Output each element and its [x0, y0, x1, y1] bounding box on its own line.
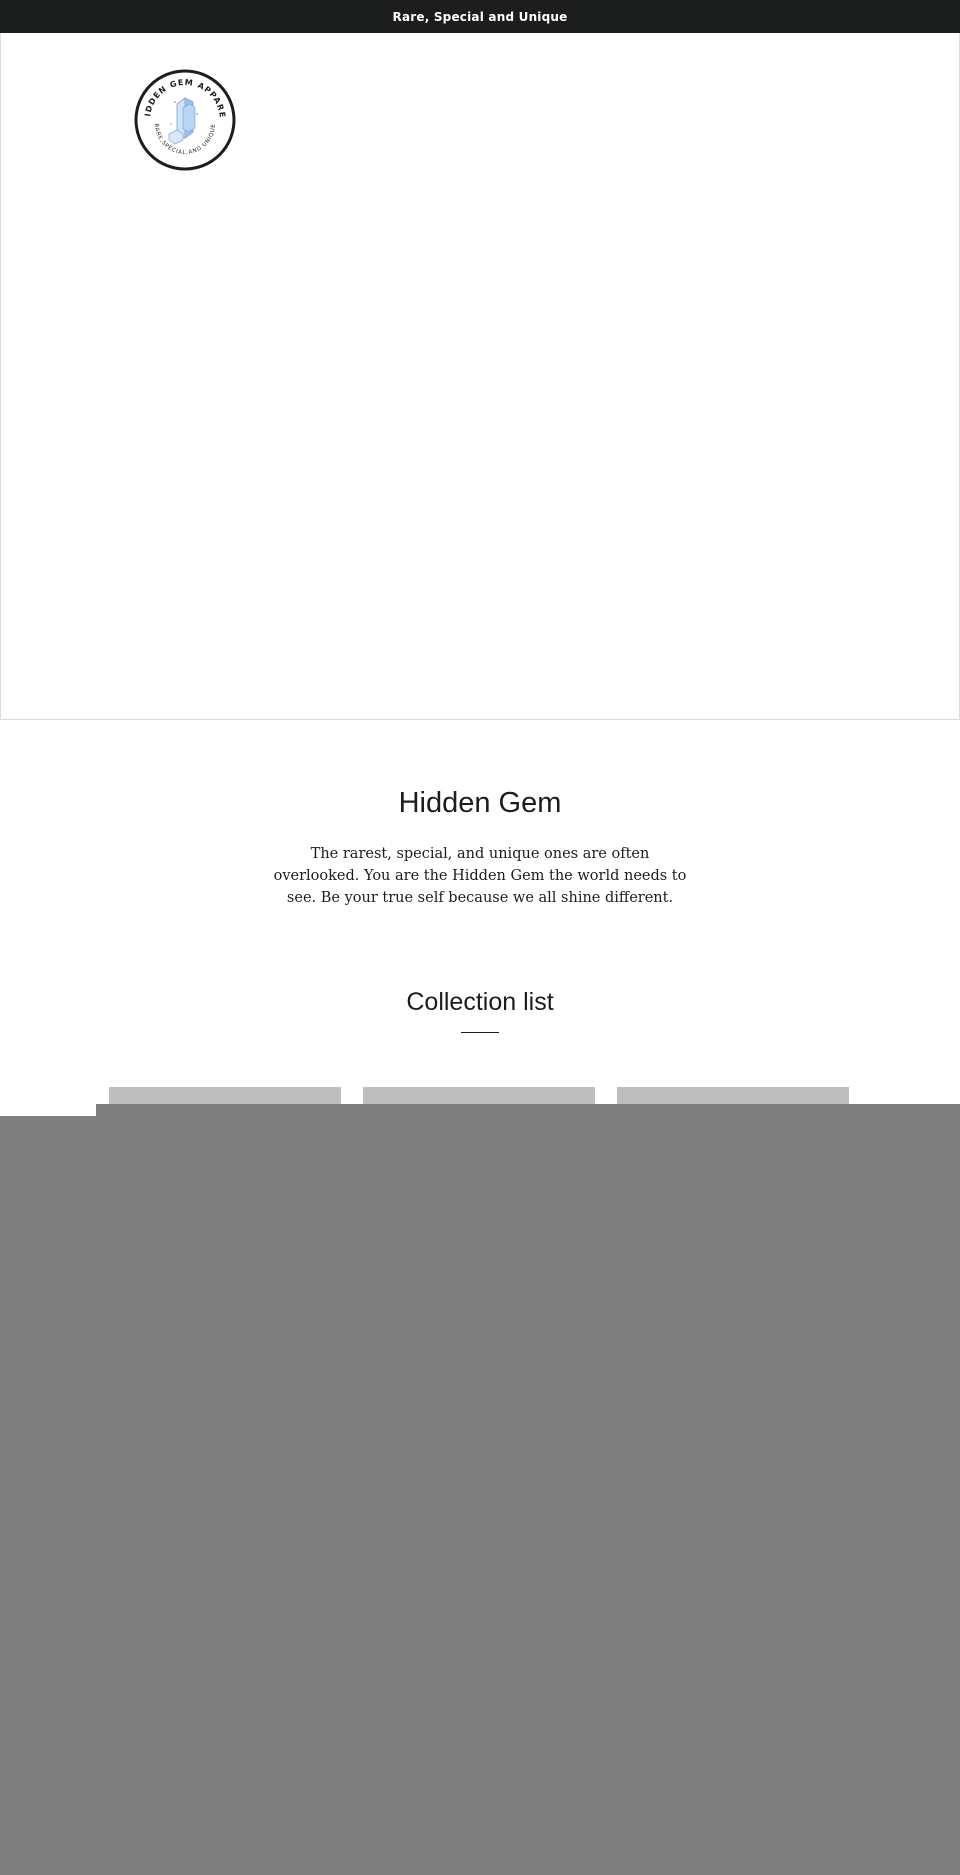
collection-title: Collection list	[406, 988, 554, 1016]
announcement-text: Rare, Special and Unique	[392, 9, 568, 24]
announcement-bar: Rare, Special and Unique	[0, 0, 960, 33]
modal-overlay[interactable]	[0, 1104, 960, 1875]
intro-title: Hidden Gem	[398, 787, 562, 819]
overlay-notch	[0, 1104, 96, 1116]
title-divider	[461, 1032, 499, 1033]
site-logo-link[interactable]: HIDDEN GEM APPAREL RARE,SPECIAL,AND UNIQ…	[129, 61, 237, 172]
logo-badge: HIDDEN GEM APPAREL RARE,SPECIAL,AND UNIQ…	[129, 61, 236, 171]
intro-text: The rarest, special, and unique ones are…	[273, 846, 687, 906]
